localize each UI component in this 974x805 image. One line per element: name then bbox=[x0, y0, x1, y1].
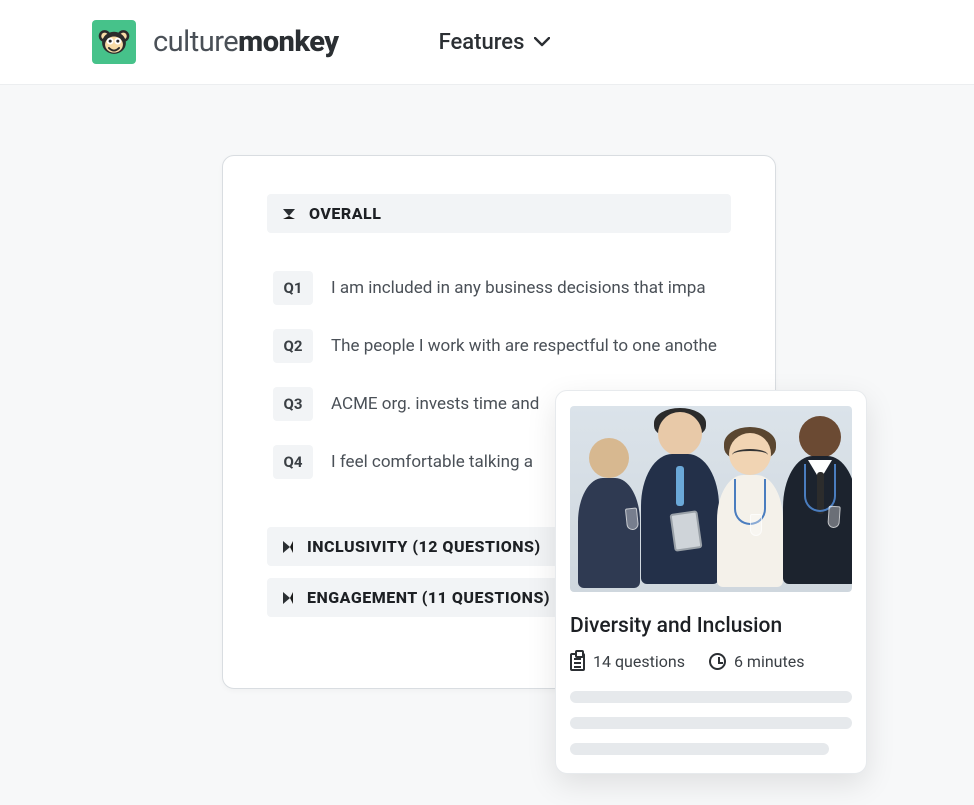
question-tag: Q3 bbox=[273, 387, 313, 421]
brand-wordmark-light: culture bbox=[153, 25, 238, 59]
brand-wordmark-bold: monkey bbox=[238, 25, 338, 59]
skeleton-line bbox=[570, 717, 852, 729]
meta-duration-text: 6 minutes bbox=[734, 652, 805, 671]
top-nav-bar: culturemonkey Features bbox=[0, 0, 974, 85]
nav-features-label: Features bbox=[439, 30, 525, 55]
nav-features-dropdown[interactable]: Features bbox=[439, 30, 551, 55]
section-header-overall[interactable]: OVERALL bbox=[267, 194, 731, 233]
question-tag: Q4 bbox=[273, 445, 313, 479]
question-text: I feel comfortable talking a bbox=[331, 452, 533, 472]
section-label: ENGAGEMENT (11 QUESTIONS) bbox=[307, 588, 550, 607]
content-stage: OVERALL Q1 I am included in any business… bbox=[0, 85, 974, 805]
meta-duration: 6 minutes bbox=[709, 652, 805, 671]
template-card-meta: 14 questions 6 minutes bbox=[570, 652, 852, 671]
skeleton-line bbox=[570, 691, 852, 703]
question-row[interactable]: Q2 The people I work with are respectful… bbox=[267, 317, 731, 375]
caret-right-icon bbox=[283, 592, 293, 604]
section-label: INCLUSIVITY (12 QUESTIONS) bbox=[307, 537, 541, 556]
brand-logo[interactable]: culturemonkey bbox=[92, 20, 339, 64]
question-tag: Q1 bbox=[273, 271, 313, 305]
template-card-image bbox=[570, 406, 852, 592]
skeleton-line bbox=[570, 743, 829, 755]
template-card-title: Diversity and Inclusion bbox=[570, 614, 852, 638]
chevron-down-icon bbox=[534, 37, 550, 47]
question-tag: Q2 bbox=[273, 329, 313, 363]
brand-logo-mark bbox=[92, 20, 136, 64]
question-text: The people I work with are respectful to… bbox=[331, 336, 717, 356]
caret-down-icon bbox=[283, 209, 295, 219]
clock-icon bbox=[709, 653, 726, 670]
meta-questions: 14 questions bbox=[570, 652, 685, 671]
template-card[interactable]: Diversity and Inclusion 14 questions 6 m… bbox=[555, 390, 867, 774]
clipboard-icon bbox=[570, 653, 585, 671]
question-row[interactable]: Q1 I am included in any business decisio… bbox=[267, 259, 731, 317]
question-text: I am included in any business decisions … bbox=[331, 278, 706, 298]
question-text: ACME org. invests time and bbox=[331, 394, 539, 414]
caret-right-icon bbox=[283, 541, 293, 553]
section-label: OVERALL bbox=[309, 204, 381, 223]
brand-wordmark: culturemonkey bbox=[153, 25, 339, 59]
monkey-icon bbox=[97, 25, 131, 59]
meta-questions-text: 14 questions bbox=[593, 652, 685, 671]
